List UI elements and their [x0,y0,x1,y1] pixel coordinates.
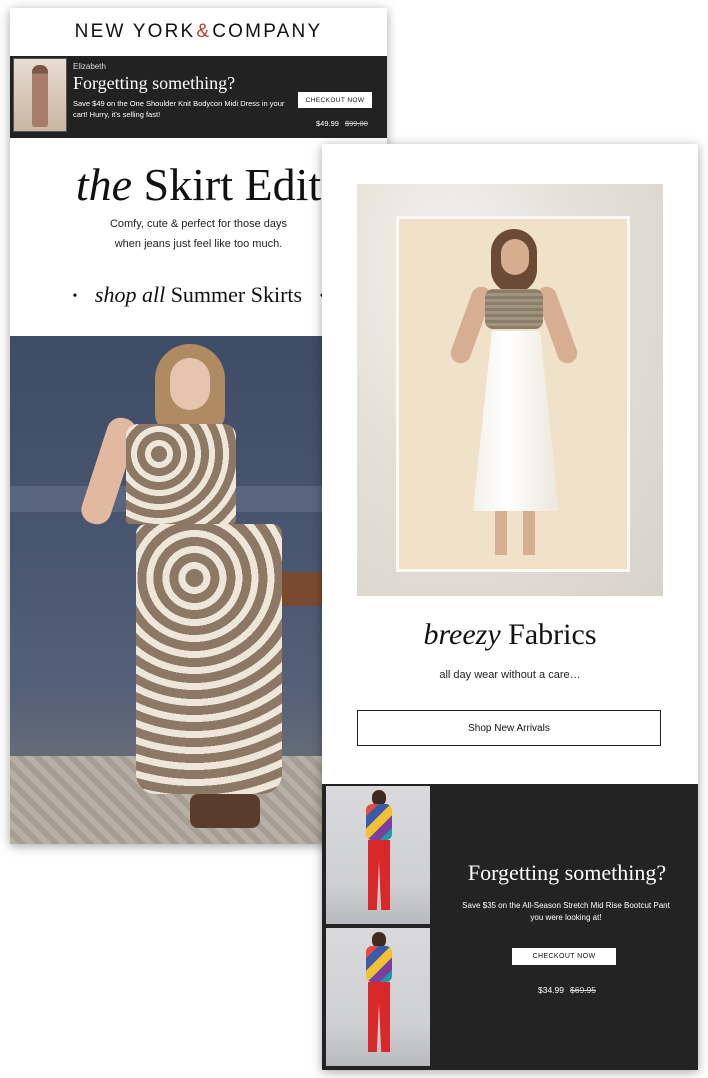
abandoned-browse-banner: Forgetting something? Save $35 on the Al… [322,784,698,1070]
pant-product-image-2[interactable] [326,928,430,1066]
cart-price: $49.99 $99.00 [316,119,368,128]
original-price-2: $69.95 [570,985,596,995]
breezy-fabrics-headline: breezy Fabrics [322,618,698,652]
shop-new-arrivals-button[interactable]: Shop New Arrivals [357,710,661,746]
shop-link-rest: Summer Skirts [170,282,303,307]
sale-price: $49.99 [316,119,339,128]
right-email-card: breezy Fabrics all day wear without a ca… [322,144,698,1070]
browse-banner-description: Save $35 on the All-Season Stretch Mid R… [462,901,670,922]
shop-link-italic: shop all [94,282,166,307]
cart-banner-description: Save $49 on the One Shoulder Knit Bodyco… [73,99,285,119]
browse-banner-title: Forgetting something? [467,860,667,885]
sale-price-2: $34.99 [538,985,564,995]
skirt-edit-subheadline: Comfy, cute & perfect for those days whe… [70,214,327,254]
dress-product-image[interactable] [13,58,67,132]
brand-logo-part1: NEW YORK [74,21,196,42]
breezy-italic: breezy [423,618,501,651]
brand-logo-ampersand: & [196,21,212,42]
original-price: $99.00 [344,119,368,128]
brand-logo[interactable]: NEW YORK & COMPANY [10,8,387,56]
abandoned-cart-banner: Elizabeth Forgetting something? Save $49… [10,56,387,138]
checkout-now-button[interactable]: CHECKOUT NOW [298,92,372,108]
cart-banner-title: Forgetting something? [73,73,236,93]
subheadline-line-2: when jeans just feel like too much. [114,238,283,250]
browse-banner-price: $34.99 $69.95 [440,985,694,995]
brand-logo-part2: COMPANY [212,21,323,42]
headline-rest: Skirt Edit [143,159,322,210]
pant-product-image-1[interactable] [326,786,430,924]
subheadline-line-1: Comfy, cute & perfect for those days [109,218,288,230]
bullet-left: • [72,288,78,304]
breezy-rest: Fabrics [508,618,597,651]
customer-name: Elizabeth [73,62,106,71]
breezy-fabrics-product-image[interactable] [396,216,630,572]
headline-italic: the [75,159,133,210]
breezy-subheadline: all day wear without a care… [439,669,581,681]
checkout-now-button-2[interactable]: CHECKOUT NOW [512,948,616,965]
